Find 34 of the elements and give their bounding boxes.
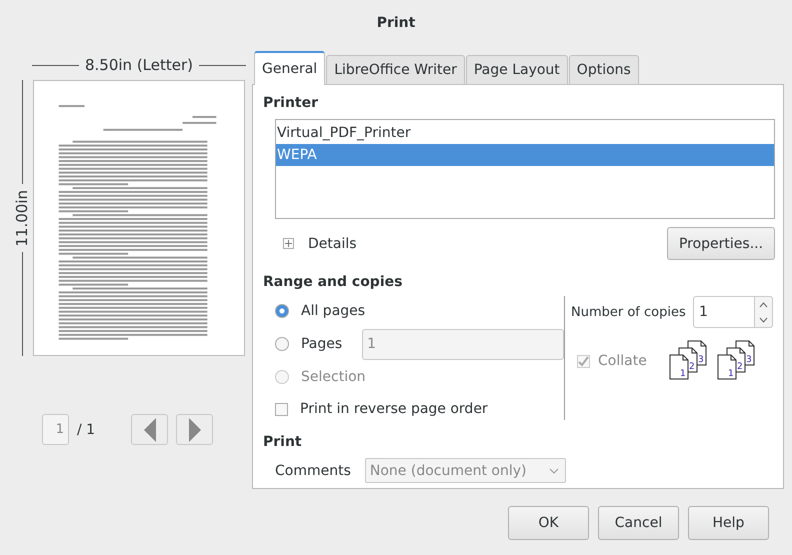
radio-label[interactable]: Pages — [300, 336, 342, 352]
properties-button[interactable]: Properties... — [667, 227, 775, 260]
checkbox-label[interactable]: Print in reverse page order — [300, 401, 488, 417]
triangle-right-icon — [188, 416, 202, 442]
printer-item[interactable]: Virtual_PDF_Printer — [276, 122, 774, 144]
triangle-left-icon — [142, 416, 157, 442]
copies-label: Number of copies — [571, 304, 687, 320]
page-width-label: 8.50in (Letter) — [84, 56, 194, 74]
section-heading: Print — [263, 434, 303, 450]
dialog-button[interactable]: Help — [688, 506, 769, 540]
radio-button[interactable] — [275, 304, 289, 318]
radio-button[interactable] — [275, 337, 289, 351]
section-heading: Printer — [263, 95, 320, 111]
comments-label: Comments — [275, 462, 351, 478]
details-expander[interactable]: Details — [308, 236, 357, 252]
decrement-icon[interactable] — [759, 316, 768, 322]
window-title: Print — [376, 15, 416, 31]
expander-icon[interactable] — [283, 238, 294, 249]
page-height-label: 11.00in — [13, 190, 31, 246]
section-heading: Range and copies — [263, 274, 402, 290]
tab[interactable]: Options — [568, 55, 639, 85]
previous-page-button[interactable] — [131, 414, 168, 445]
tab[interactable]: LibreOffice Writer — [326, 55, 465, 85]
tab[interactable]: General — [254, 51, 326, 85]
next-page-button[interactable] — [176, 414, 214, 445]
radio-label[interactable]: All pages — [301, 303, 366, 319]
dialog-button[interactable]: Cancel — [598, 506, 679, 540]
dialog-button[interactable]: OK — [508, 506, 589, 540]
tab[interactable]: Page Layout — [466, 55, 568, 85]
page-total: / 1 — [77, 422, 96, 438]
checkbox[interactable] — [275, 402, 288, 416]
chevron-down-icon — [548, 468, 559, 474]
copies-field[interactable]: 1 — [693, 296, 755, 328]
increment-icon[interactable] — [759, 302, 768, 308]
